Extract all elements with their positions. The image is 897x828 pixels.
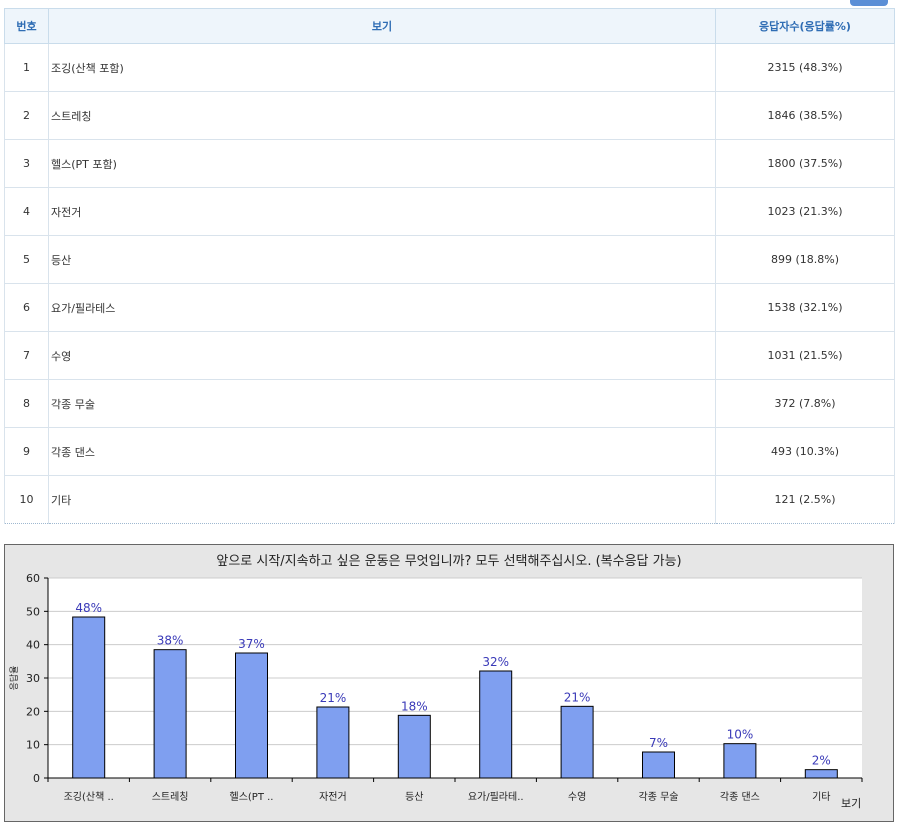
x-tick-label: 헬스(PT .. <box>230 791 274 803</box>
chart-title: 앞으로 시작/지속하고 싶은 운동은 무엇입니까? 모두 선택해주십시오. (복… <box>216 554 681 569</box>
row-option: 헬스(PT 포함) <box>48 139 716 188</box>
row-option: 등산 <box>48 235 716 284</box>
row-num: 10 <box>4 475 49 524</box>
x-tick-label: 기타 <box>812 791 830 803</box>
x-tick-label: 등산 <box>405 791 423 803</box>
data-label: 18% <box>401 699 428 713</box>
header-option: 보기 <box>48 8 716 44</box>
bar <box>479 670 513 779</box>
row-num: 1 <box>4 43 49 92</box>
row-count: 1538 (32.1%) <box>715 283 895 332</box>
row-count: 493 (10.3%) <box>715 427 895 476</box>
row-option: 기타 <box>48 475 716 524</box>
data-label: 48% <box>75 601 102 615</box>
table-header-row: 번호 보기 응답자수(응답률%) <box>4 8 895 44</box>
bar <box>804 769 838 779</box>
y-tick-label: 0 <box>33 772 40 785</box>
bar <box>316 706 350 779</box>
row-count: 1023 (21.3%) <box>715 187 895 236</box>
y-tick-label: 10 <box>26 739 40 752</box>
header-count: 응답자수(응답률%) <box>715 8 895 44</box>
row-num: 4 <box>4 187 49 236</box>
row-count: 2315 (48.3%) <box>715 43 895 92</box>
bar <box>153 649 187 779</box>
x-tick-label: 요가/필라테.. <box>468 791 524 803</box>
header-num: 번호 <box>4 8 49 44</box>
bar <box>235 652 268 779</box>
row-num: 6 <box>4 283 49 332</box>
y-axis-title: 응답율 <box>8 666 20 691</box>
data-label: 32% <box>482 655 509 669</box>
data-label: 2% <box>812 754 831 768</box>
row-count: 1031 (21.5%) <box>715 331 895 380</box>
table-row: 6 요가/필라테스 1538 (32.1%) <box>4 283 895 332</box>
y-tick-label: 60 <box>26 572 40 585</box>
bar <box>397 714 431 779</box>
row-option: 요가/필라테스 <box>48 283 716 332</box>
data-label: 10% <box>727 728 754 742</box>
y-tick-label: 30 <box>26 672 40 685</box>
results-table: 번호 보기 응답자수(응답률%) 1 조깅(산책 포함) 2315 (48.3%) … <box>4 8 895 524</box>
bar <box>723 743 757 779</box>
x-tick-label: 각종 댄스 <box>720 791 760 803</box>
row-option: 수영 <box>48 331 716 380</box>
y-tick-label: 40 <box>26 639 40 652</box>
x-axis-title: 보기 <box>841 797 861 810</box>
row-num: 7 <box>4 331 49 380</box>
data-label: 7% <box>649 736 668 750</box>
data-label: 21% <box>564 690 591 704</box>
table-row: 4 자전거 1023 (21.3%) <box>4 187 895 236</box>
row-option: 각종 무술 <box>48 379 716 428</box>
table-row: 3 헬스(PT 포함) 1800 (37.5%) <box>4 139 895 188</box>
x-tick-label: 각종 무술 <box>639 791 679 803</box>
row-num: 2 <box>4 91 49 140</box>
row-num: 3 <box>4 139 49 188</box>
bar-chart: 0 10 20 30 40 50 60 48% 조깅(산책 .. 38% 스트레칭 37% 헬스(PT … <box>4 544 894 822</box>
data-label: 21% <box>320 691 347 705</box>
table-row: 2 스트레칭 1846 (38.5%) <box>4 91 895 140</box>
row-option: 자전거 <box>48 187 716 236</box>
row-num: 9 <box>4 427 49 476</box>
row-count: 121 (2.5%) <box>715 475 895 524</box>
top-button[interactable] <box>850 0 888 6</box>
table-row: 7 수영 1031 (21.5%) <box>4 331 895 380</box>
row-option: 조깅(산책 포함) <box>48 43 716 92</box>
table-row: 9 각종 댄스 493 (10.3%) <box>4 427 895 476</box>
data-label: 37% <box>238 637 265 651</box>
row-count: 1800 (37.5%) <box>715 139 895 188</box>
x-tick-label: 자전거 <box>319 791 347 803</box>
row-count: 372 (7.8%) <box>715 379 895 428</box>
x-tick-label: 수영 <box>568 791 586 803</box>
row-num: 5 <box>4 235 49 284</box>
y-tick-label: 20 <box>26 705 40 718</box>
y-tick-label: 50 <box>26 605 40 618</box>
bar <box>560 705 594 779</box>
bar-chart-svg: 0 10 20 30 40 50 60 48% 조깅(산책 .. 38% 스트레칭 37% 헬스(PT … <box>8 554 863 810</box>
table-row: 5 등산 899 (18.8%) <box>4 235 895 284</box>
row-option: 각종 댄스 <box>48 427 716 476</box>
x-tick-label: 조깅(산책 .. <box>64 791 114 803</box>
table-row: 8 각종 무술 372 (7.8%) <box>4 379 895 428</box>
row-option: 스트레칭 <box>48 91 716 140</box>
bar <box>72 616 106 779</box>
bar <box>642 751 675 779</box>
row-count: 1846 (38.5%) <box>715 91 895 140</box>
x-tick-label: 스트레칭 <box>152 791 189 803</box>
row-num: 8 <box>4 379 49 428</box>
table-row: 10 기타 121 (2.5%) <box>4 475 895 524</box>
table-row: 1 조깅(산책 포함) 2315 (48.3%) <box>4 43 895 92</box>
data-label: 38% <box>157 634 184 648</box>
row-count: 899 (18.8%) <box>715 235 895 284</box>
